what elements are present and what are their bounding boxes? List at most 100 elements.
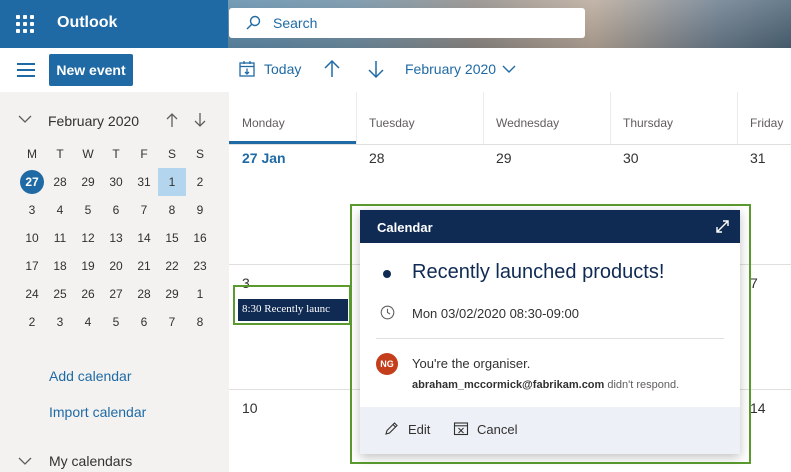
mini-day[interactable]: 26 bbox=[74, 280, 102, 308]
calendar-cancel-icon[interactable] bbox=[453, 421, 469, 436]
mini-day[interactable]: 29 bbox=[158, 280, 186, 308]
mini-day[interactable]: 27 bbox=[102, 280, 130, 308]
today-button[interactable]: Today bbox=[264, 61, 301, 77]
edit-button[interactable]: Edit bbox=[408, 422, 430, 437]
event-peek-card: Calendar Recently launched products! Mon… bbox=[360, 210, 740, 454]
divider bbox=[483, 92, 484, 144]
mini-day[interactable]: 6 bbox=[102, 196, 130, 224]
app-launcher-icon[interactable] bbox=[16, 15, 34, 33]
mini-day-label: 27 bbox=[20, 170, 44, 194]
pencil-icon[interactable] bbox=[384, 421, 399, 436]
left-pane: February 2020 M T W T F S S 27 28 29 30 … bbox=[0, 92, 229, 472]
day-cell[interactable]: 14 bbox=[750, 400, 766, 416]
mini-day[interactable]: 15 bbox=[158, 224, 186, 252]
new-event-button[interactable]: New event bbox=[49, 54, 133, 86]
day-header: Thursday bbox=[623, 116, 674, 130]
mini-day[interactable]: 28 bbox=[130, 280, 158, 308]
previous-arrow-icon[interactable] bbox=[323, 59, 341, 79]
app-name[interactable]: Outlook bbox=[57, 14, 117, 32]
day-cell[interactable]: 10 bbox=[242, 400, 258, 416]
chevron-down-icon[interactable] bbox=[502, 64, 516, 74]
expand-icon[interactable] bbox=[715, 219, 730, 234]
mini-day[interactable]: 3 bbox=[18, 196, 46, 224]
weekday-label: T bbox=[56, 147, 64, 161]
mini-day[interactable]: 4 bbox=[46, 196, 74, 224]
day-cell[interactable]: 30 bbox=[623, 150, 639, 166]
mini-day-today[interactable]: 27 bbox=[18, 168, 46, 196]
mini-day[interactable]: 6 bbox=[130, 308, 158, 336]
day-cell-today[interactable]: 27 Jan bbox=[242, 150, 286, 166]
mini-day[interactable]: 20 bbox=[102, 252, 130, 280]
day-cell[interactable]: 28 bbox=[369, 150, 385, 166]
mini-day[interactable]: 5 bbox=[102, 308, 130, 336]
mini-day[interactable]: 25 bbox=[46, 280, 74, 308]
hamburger-menu-icon[interactable] bbox=[17, 63, 35, 77]
mini-day[interactable]: 3 bbox=[46, 308, 74, 336]
mini-day[interactable]: 14 bbox=[130, 224, 158, 252]
mini-calendar-title[interactable]: February 2020 bbox=[48, 113, 139, 129]
mini-day[interactable]: 21 bbox=[130, 252, 158, 280]
mini-day[interactable]: 13 bbox=[102, 224, 130, 252]
mini-day[interactable]: 8 bbox=[158, 196, 186, 224]
clock-icon bbox=[380, 305, 395, 320]
mini-day[interactable]: 29 bbox=[74, 168, 102, 196]
mini-day[interactable]: 12 bbox=[74, 224, 102, 252]
search-box[interactable]: Search bbox=[229, 8, 585, 38]
mini-day[interactable]: 9 bbox=[186, 196, 214, 224]
mini-calendar-week: 27 28 29 30 31 1 2 bbox=[18, 168, 214, 196]
mini-day[interactable]: 18 bbox=[46, 252, 74, 280]
mini-day[interactable]: 30 bbox=[102, 168, 130, 196]
divider bbox=[376, 338, 724, 339]
day-cell[interactable]: 7 bbox=[750, 275, 758, 291]
mini-day[interactable]: 17 bbox=[18, 252, 46, 280]
mini-day[interactable]: 1 bbox=[186, 280, 214, 308]
weekday-label: T bbox=[112, 147, 120, 161]
mini-calendar-weekdays: M T W T F S S bbox=[18, 140, 214, 168]
day-cell[interactable]: 29 bbox=[496, 150, 512, 166]
month-selector[interactable]: February 2020 bbox=[405, 61, 496, 77]
weekday-label: M bbox=[27, 147, 37, 161]
mini-day[interactable]: 10 bbox=[18, 224, 46, 252]
mini-calendar-grid: M T W T F S S 27 28 29 30 31 1 2 3 4 5 6… bbox=[18, 140, 214, 336]
popup-header: Calendar bbox=[360, 210, 740, 243]
cancel-button[interactable]: Cancel bbox=[477, 422, 517, 437]
add-calendar-link[interactable]: Add calendar bbox=[49, 368, 132, 384]
top-header: Outlook Search bbox=[0, 0, 791, 48]
my-calendars-section[interactable]: My calendars bbox=[49, 453, 132, 469]
event-chip[interactable]: 8:30 Recently launc bbox=[238, 299, 348, 321]
mini-day[interactable]: 24 bbox=[18, 280, 46, 308]
divider bbox=[737, 92, 738, 144]
mini-day[interactable]: 7 bbox=[158, 308, 186, 336]
attendee-status: abraham_mccormick@fabrikam.com didn't re… bbox=[412, 379, 679, 391]
attendee-response: didn't respond. bbox=[607, 379, 680, 391]
mini-day[interactable]: 31 bbox=[130, 168, 158, 196]
mini-day[interactable]: 19 bbox=[74, 252, 102, 280]
mini-day[interactable]: 28 bbox=[46, 168, 74, 196]
chevron-down-icon[interactable] bbox=[18, 114, 32, 124]
mini-day[interactable]: 4 bbox=[74, 308, 102, 336]
attendee-email: abraham_mccormick@fabrikam.com bbox=[412, 379, 605, 391]
mini-day[interactable]: 23 bbox=[186, 252, 214, 280]
mini-day[interactable]: 22 bbox=[158, 252, 186, 280]
import-calendar-link[interactable]: Import calendar bbox=[49, 404, 146, 420]
mini-calendar-week: 3 4 5 6 7 8 9 bbox=[18, 196, 214, 224]
day-cell[interactable]: 31 bbox=[750, 150, 766, 166]
mini-day-selected[interactable]: 1 bbox=[158, 168, 186, 196]
arrow-down-icon[interactable] bbox=[193, 112, 207, 128]
mini-calendar-week: 10 11 12 13 14 15 16 bbox=[18, 224, 214, 252]
next-arrow-icon[interactable] bbox=[367, 59, 385, 79]
day-header: Tuesday bbox=[369, 116, 415, 130]
calendar-today-icon[interactable] bbox=[238, 60, 256, 78]
mini-day[interactable]: 2 bbox=[18, 308, 46, 336]
mini-day[interactable]: 2 bbox=[186, 168, 214, 196]
search-input[interactable]: Search bbox=[273, 15, 317, 31]
mini-day[interactable]: 5 bbox=[74, 196, 102, 224]
mini-day[interactable]: 7 bbox=[130, 196, 158, 224]
chevron-down-icon[interactable] bbox=[18, 456, 32, 466]
arrow-up-icon[interactable] bbox=[165, 112, 179, 128]
day-header: Monday bbox=[242, 116, 285, 130]
mini-day[interactable]: 11 bbox=[46, 224, 74, 252]
mini-day[interactable]: 8 bbox=[186, 308, 214, 336]
mini-day[interactable]: 16 bbox=[186, 224, 214, 252]
weekday-label: S bbox=[195, 147, 204, 161]
